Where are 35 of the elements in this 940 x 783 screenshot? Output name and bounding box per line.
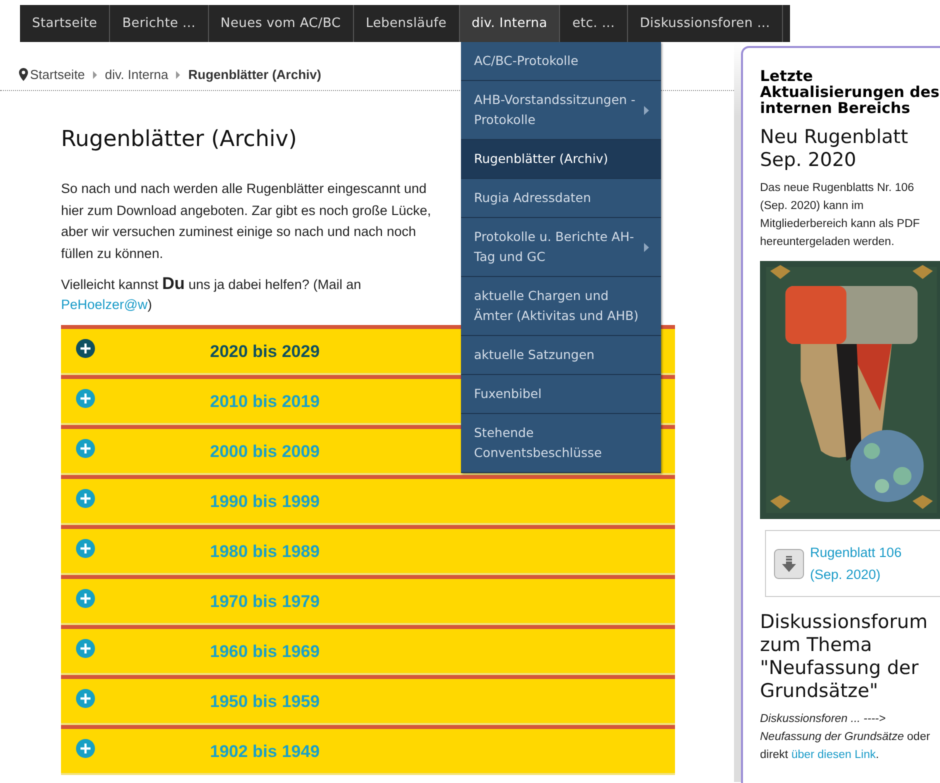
menu-item[interactable]: Rugia Adressdaten xyxy=(461,179,661,218)
download-link[interactable]: Rugenblatt 106 (Sep. 2020) xyxy=(810,542,932,586)
plus-icon xyxy=(76,538,95,558)
breadcrumb-current: Rugenblätter (Archiv) xyxy=(188,67,322,82)
plus-icon xyxy=(76,488,95,508)
plus-icon xyxy=(76,738,95,758)
menu-item[interactable]: Protokolle u. Berichte AH-Tag und GC xyxy=(461,218,661,277)
plus-icon xyxy=(76,388,95,408)
breadcrumb-separator-icon xyxy=(176,70,180,78)
nav-item[interactable]: div. Interna xyxy=(460,5,560,42)
download-icon[interactable] xyxy=(774,548,804,578)
plus-icon xyxy=(76,688,95,708)
forum-link[interactable]: über diesen Link xyxy=(791,749,876,761)
plus-icon xyxy=(76,338,95,358)
plus-icon xyxy=(76,638,95,658)
nav-item[interactable]: Berichte ... xyxy=(110,5,209,42)
menu-item[interactable]: Rugenblätter (Archiv) xyxy=(461,140,661,179)
menu-item[interactable]: AC/BC-Protokolle xyxy=(461,42,661,81)
nav-item[interactable]: Startseite xyxy=(20,5,110,42)
news-text: Das neue Rugenblatts Nr. 106 (Sep. 2020) kann im Mitgliederbereich kann als PDF hereuntergeladen werden. xyxy=(760,181,921,250)
nav-item[interactable]: Neues vom AC/BC xyxy=(208,5,354,42)
breadcrumb-link[interactable]: Startseite xyxy=(30,67,85,82)
news-title: Neu Rugenblatt Sep. 2020 xyxy=(760,126,910,172)
plus-icon xyxy=(76,588,95,608)
plus-icon xyxy=(76,438,95,458)
forum-title: Diskussionsforum zum Thema "Neufassung der Grundsätze" xyxy=(760,611,929,703)
page-title: Rugenblätter (Archiv) xyxy=(61,127,298,152)
forum-text: Diskussionsforen ... ----> Neufassung der Grundsätze oder direkt über diesen Link. xyxy=(760,712,932,763)
intro-paragraph: So nach und nach werden alle Rugenblätter eingescannt und hier zum Download angeboten. Zar gibt es noch große Lücke, aber wir versuchen zuminest einige so nach und nach noch füllen zu können. xyxy=(61,180,432,262)
breadcrumb-separator-icon xyxy=(92,70,97,78)
location-pin-icon xyxy=(19,68,28,81)
help-paragraph: Vielleicht kannst Du uns ja dabei helfen? (Mail an PeHoelzer@w) xyxy=(61,274,362,314)
email-link[interactable]: PeHoelzer@w xyxy=(61,297,148,312)
sidebar-heading: Letzte Aktualisierungen des internen Bereichs xyxy=(760,68,940,116)
breadcrumb-link[interactable]: div. Interna xyxy=(104,67,168,82)
